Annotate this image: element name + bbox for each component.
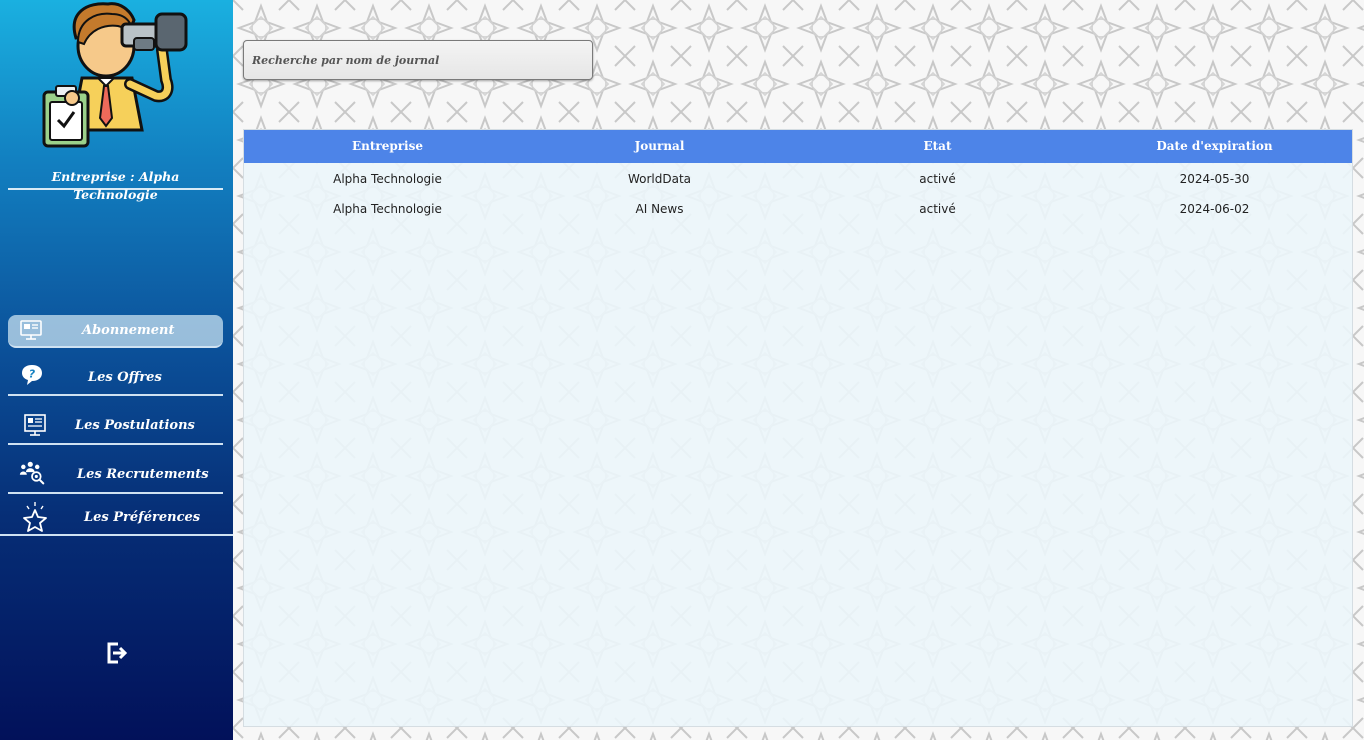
cell-entreprise: Alpha Technologie xyxy=(333,202,442,216)
star-icon xyxy=(23,502,47,532)
people-search-icon xyxy=(19,461,45,485)
sidebar-item-label: Les Préférences xyxy=(84,510,201,525)
sidebar: Entreprise : Alpha Technologie Abonnemen… xyxy=(0,0,233,740)
column-header-entreprise[interactable]: Entreprise xyxy=(249,139,526,153)
sidebar-item-label: Abonnement xyxy=(82,323,175,338)
cell-etat: activé xyxy=(919,202,956,216)
recruiter-binoculars-logo xyxy=(42,2,188,148)
application-form-icon xyxy=(24,414,46,436)
sidebar-item-postulations[interactable]: Les Postulations xyxy=(8,408,223,445)
column-header-date-expiration[interactable]: Date d'expiration xyxy=(1076,139,1353,153)
company-name: Entreprise : Alpha Technologie xyxy=(8,168,223,202)
main-content: Entreprise Journal Etat Date d'expiratio… xyxy=(233,0,1364,740)
cell-entreprise: Alpha Technologie xyxy=(333,172,442,186)
table-row[interactable]: Alpha Technologie AI News activé 2024-06… xyxy=(244,194,1352,224)
column-header-journal[interactable]: Journal xyxy=(521,139,798,153)
logout-icon[interactable] xyxy=(104,640,128,666)
column-header-etat[interactable]: Etat xyxy=(799,139,1076,153)
table-row[interactable]: Alpha Technologie WorldData activé 2024-… xyxy=(244,164,1352,194)
sidebar-item-label: Les Recrutements xyxy=(77,467,209,482)
subscription-icon xyxy=(20,320,42,340)
question-bubble-icon: ? xyxy=(22,365,42,385)
cell-journal: WorldData xyxy=(627,172,692,186)
sidebar-item-offres[interactable]: ? Les Offres xyxy=(8,360,223,396)
cell-date-expiration: 2024-06-02 xyxy=(1179,202,1250,216)
table-header: Entreprise Journal Etat Date d'expiratio… xyxy=(244,130,1352,163)
cell-date-expiration: 2024-05-30 xyxy=(1179,172,1250,186)
subscriptions-table: Entreprise Journal Etat Date d'expiratio… xyxy=(243,129,1353,727)
sidebar-item-label: Les Offres xyxy=(88,370,162,385)
cell-etat: activé xyxy=(919,172,956,186)
sidebar-item-preferences[interactable]: Les Préférences xyxy=(0,500,233,536)
cell-journal: AI News xyxy=(635,202,684,216)
sidebar-item-recrutements[interactable]: Les Recrutements xyxy=(8,457,223,494)
sidebar-item-abonnement[interactable]: Abonnement xyxy=(8,315,223,348)
sidebar-item-label: Les Postulations xyxy=(75,418,195,433)
search-input[interactable] xyxy=(243,40,593,80)
svg-text:?: ? xyxy=(29,368,36,381)
